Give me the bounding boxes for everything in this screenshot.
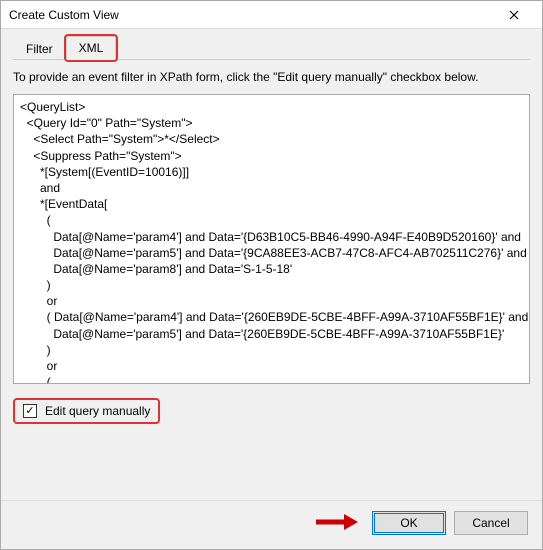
query-line: Data[@Name='param4'] and Data='{D63B10C5… bbox=[20, 229, 523, 245]
query-line: *[System[(EventID=10016)]] bbox=[20, 164, 523, 180]
tab-xml[interactable]: XML bbox=[66, 36, 117, 60]
query-line: ( bbox=[20, 374, 523, 384]
edit-manually-checkbox[interactable]: ✓ bbox=[23, 404, 37, 418]
dialog: Create Custom View Filter XML To provide… bbox=[0, 0, 543, 550]
query-line: *[EventData[ bbox=[20, 196, 523, 212]
xml-query-textarea[interactable]: <QueryList> <Query Id="0" Path="System">… bbox=[13, 94, 530, 384]
query-line: Data[@Name='param5'] and Data='{260EB9DE… bbox=[20, 326, 523, 342]
query-line: or bbox=[20, 358, 523, 374]
dialog-content: Filter XML To provide an event filter in… bbox=[1, 29, 542, 500]
arrow-icon bbox=[316, 513, 358, 534]
query-line: ( Data[@Name='param4'] and Data='{260EB9… bbox=[20, 309, 523, 325]
query-line: ( bbox=[20, 212, 523, 228]
query-line: Data[@Name='param5'] and Data='{9CA88EE3… bbox=[20, 245, 523, 261]
query-line: <Select Path="System">*</Select> bbox=[20, 131, 523, 147]
query-line: ) bbox=[20, 277, 523, 293]
titlebar: Create Custom View bbox=[1, 1, 542, 29]
query-line: and bbox=[20, 180, 523, 196]
query-line: <Query Id="0" Path="System"> bbox=[20, 115, 523, 131]
edit-manually-label: Edit query manually bbox=[45, 404, 150, 418]
cancel-button[interactable]: Cancel bbox=[454, 511, 528, 535]
query-line: <QueryList> bbox=[20, 99, 523, 115]
tab-bar: Filter XML bbox=[13, 35, 530, 60]
query-line: <Suppress Path="System"> bbox=[20, 148, 523, 164]
edit-manually-row: ✓ Edit query manually bbox=[13, 398, 530, 424]
ok-button[interactable]: OK bbox=[372, 511, 446, 535]
query-line: ) bbox=[20, 342, 523, 358]
query-line: Data[@Name='param8'] and Data='S-1-5-18' bbox=[20, 261, 523, 277]
button-row: OK Cancel bbox=[1, 500, 542, 549]
query-line: or bbox=[20, 293, 523, 309]
close-icon bbox=[509, 10, 519, 20]
instruction-text: To provide an event filter in XPath form… bbox=[13, 70, 530, 84]
tab-filter[interactable]: Filter bbox=[13, 37, 66, 60]
close-button[interactable] bbox=[494, 1, 534, 29]
dialog-title: Create Custom View bbox=[9, 8, 119, 22]
